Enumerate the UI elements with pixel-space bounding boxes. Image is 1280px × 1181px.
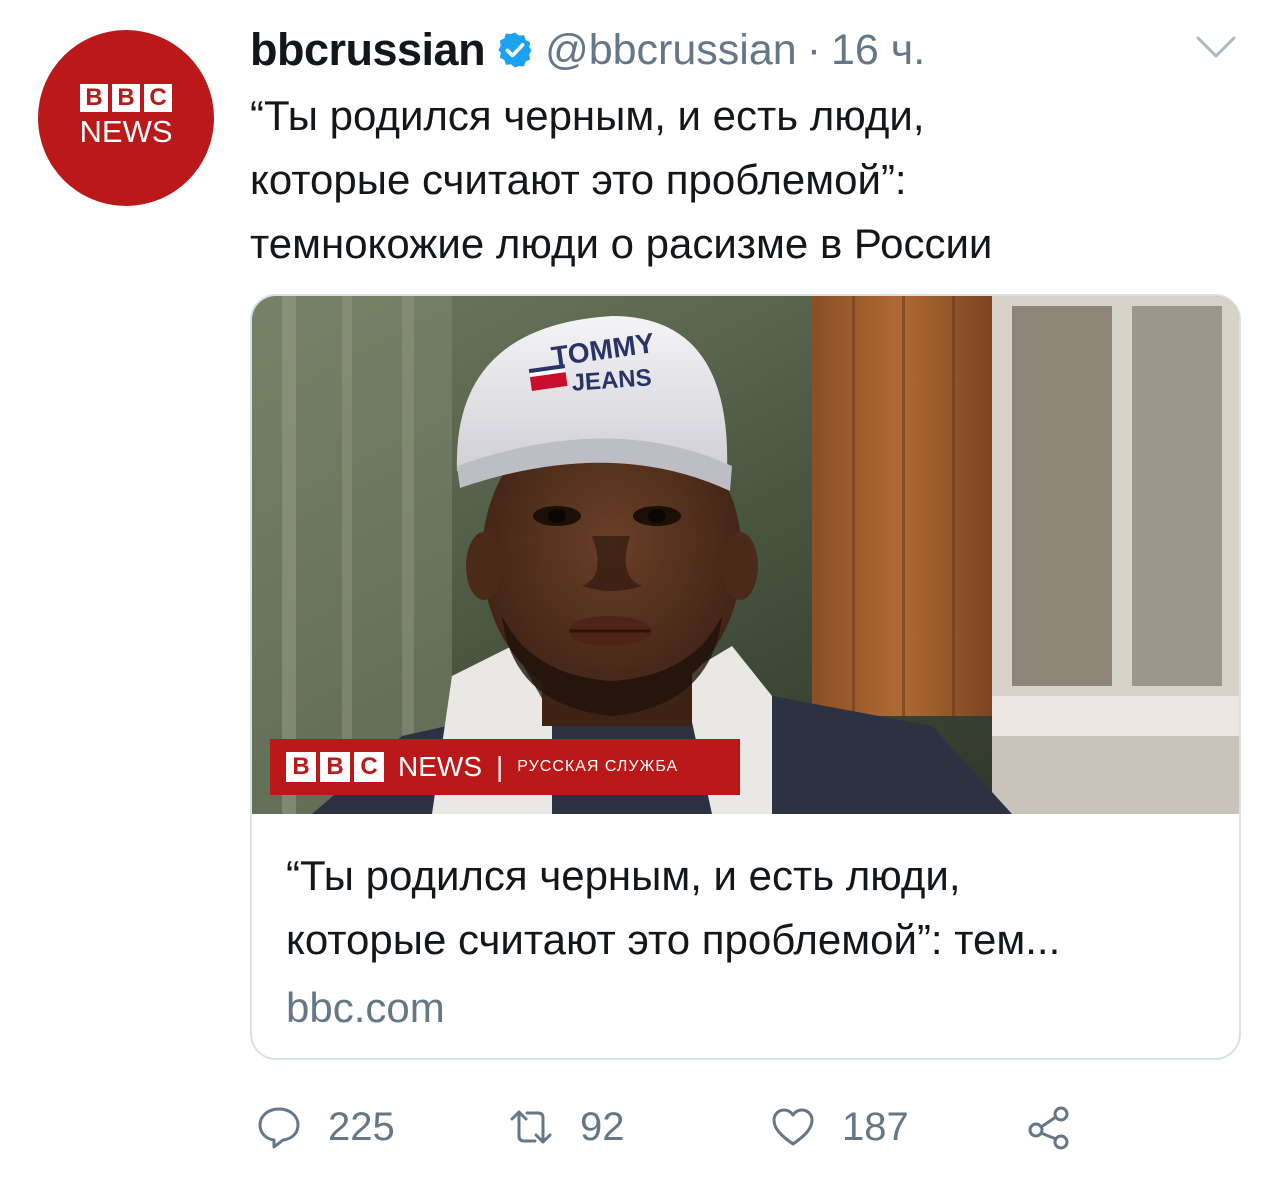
bbc-news-banner: B B C NEWS | РУССКАЯ СЛУЖБА bbox=[270, 739, 740, 795]
reply-button[interactable]: 225 bbox=[256, 1092, 395, 1162]
tweet[interactable]: B B C NEWS bbcrussian @bbcrussian · 16 ч… bbox=[0, 0, 1280, 1181]
reply-icon bbox=[258, 1107, 300, 1149]
card-image[interactable]: TOMMY JEANS B B C NEWS | РУССКАЯ СЛУЖБА bbox=[252, 296, 1239, 814]
banner-service: РУССКАЯ СЛУЖБА bbox=[517, 758, 679, 775]
bbc-block: B bbox=[112, 83, 140, 112]
bbc-block: C bbox=[144, 83, 172, 112]
share-icon bbox=[1028, 1106, 1069, 1150]
bbc-block: C bbox=[354, 752, 384, 782]
card-title-line: “Ты родился черным, и есть люди, bbox=[286, 852, 961, 899]
card-title-line: которые считают это проблемой”: тем... bbox=[286, 916, 1061, 963]
tweet-text-line: темнокожие люди о расизме в России bbox=[250, 220, 993, 267]
tweet-text-line: “Ты родился черным, и есть люди, bbox=[250, 92, 925, 139]
card-domain: bbc.com bbox=[286, 984, 445, 1031]
reply-count: 225 bbox=[328, 1104, 395, 1149]
share-button[interactable] bbox=[1026, 1092, 1072, 1162]
avatar[interactable]: B B C NEWS bbox=[38, 30, 214, 206]
cap-text-line: JEANS bbox=[571, 364, 653, 397]
like-icon bbox=[772, 1108, 814, 1146]
timestamp[interactable]: 16 ч. bbox=[831, 26, 925, 75]
card-body: “Ты родился черным, и есть люди, которые… bbox=[286, 844, 1216, 1038]
chevron-down-icon[interactable] bbox=[1194, 32, 1238, 62]
retweet-icon bbox=[510, 1110, 552, 1144]
banner-divider: | bbox=[496, 751, 504, 782]
like-count: 187 bbox=[842, 1104, 909, 1149]
banner-bbc-blocks: B B C bbox=[286, 752, 384, 782]
retweet-count: 92 bbox=[580, 1104, 625, 1149]
display-name[interactable]: bbcrussian bbox=[250, 24, 486, 76]
card-photo: TOMMY JEANS bbox=[252, 296, 1239, 814]
banner-news: NEWS bbox=[398, 751, 482, 782]
bbc-block: B bbox=[286, 752, 316, 782]
action-bar: 225 92 187 bbox=[0, 1092, 1280, 1162]
bbc-block: B bbox=[80, 83, 108, 112]
verified-badge-icon bbox=[498, 32, 532, 68]
handle[interactable]: @bbcrussian bbox=[545, 26, 797, 75]
like-button[interactable]: 187 bbox=[770, 1092, 909, 1162]
separator-dot: · bbox=[806, 25, 822, 74]
bbc-block: B bbox=[320, 752, 350, 782]
link-card[interactable]: TOMMY JEANS B B C NEWS | РУССКАЯ СЛУЖБА bbox=[250, 294, 1241, 1060]
bbc-logo-blocks: B B C bbox=[80, 83, 172, 112]
tweet-text: “Ты родился черным, и есть люди, которые… bbox=[250, 84, 1240, 276]
avatar-news-word: NEWS bbox=[79, 113, 173, 149]
tweet-header: bbcrussian @bbcrussian · 16 ч. bbox=[250, 22, 925, 78]
retweet-button[interactable]: 92 bbox=[508, 1092, 625, 1162]
card-title: “Ты родился черным, и есть люди, которые… bbox=[286, 844, 1216, 972]
tweet-text-line: которые считают это проблемой”: bbox=[250, 156, 907, 203]
